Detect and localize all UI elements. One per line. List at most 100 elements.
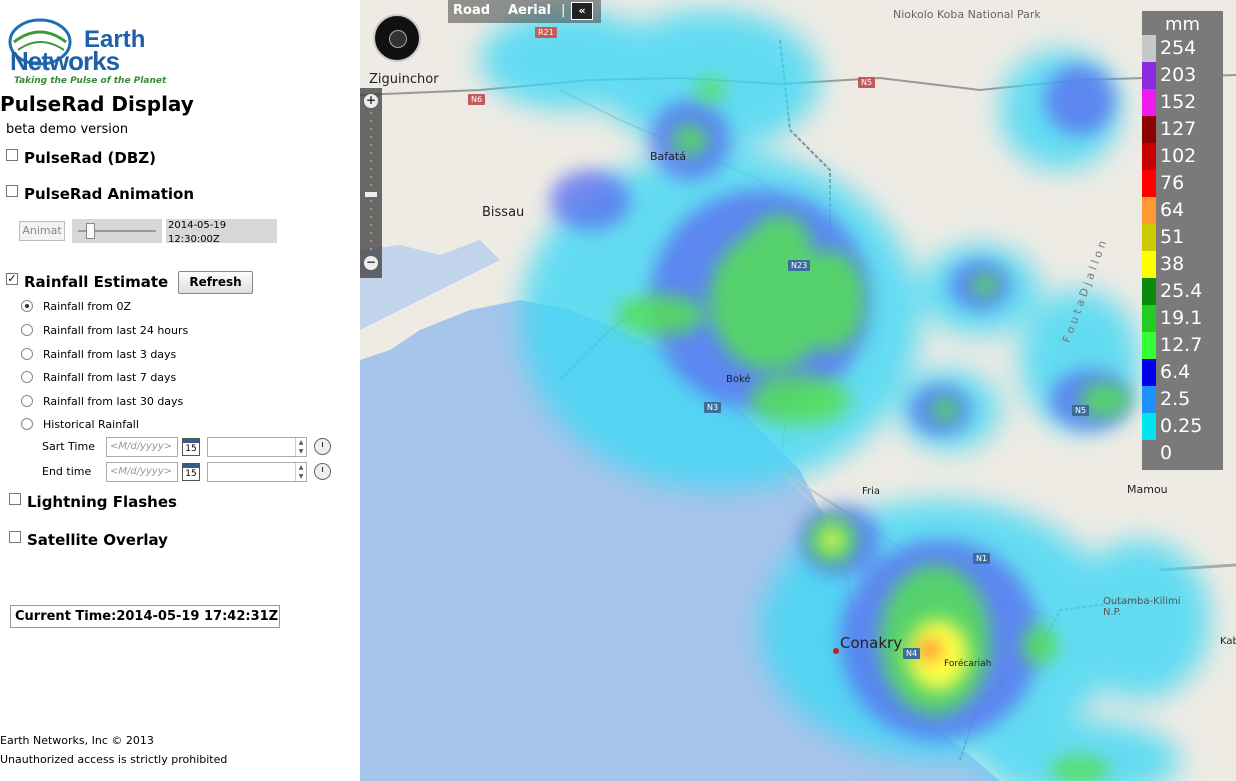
zoom-bar[interactable]: + − — [360, 88, 382, 278]
road-shield-n4: N4 — [903, 648, 921, 659]
end-calendar-icon[interactable]: 15 — [182, 463, 200, 481]
road-shield-r21: R21 — [535, 27, 557, 38]
start-time-input[interactable]: ▲ ▼ — [207, 437, 307, 457]
legend-row: 0 — [1142, 440, 1223, 467]
end-time-label: End time — [42, 465, 92, 478]
legend-value: 152 — [1160, 91, 1197, 113]
legend-row: 64 — [1142, 197, 1223, 224]
start-time-label: Sart Time — [42, 440, 95, 453]
start-date-input[interactable]: <M/d/yyyy> — [106, 437, 178, 457]
map-type-road[interactable]: Road — [453, 3, 490, 18]
start-time-spinner[interactable]: ▲ ▼ — [295, 438, 306, 456]
animation-slider[interactable] — [72, 219, 162, 243]
rainfall-estimate-checkbox[interactable]: ✓ — [6, 273, 18, 285]
legend-swatch — [1142, 224, 1156, 251]
place-conakry: Conakry — [840, 634, 903, 652]
footer-copyright: Earth Networks, Inc © 2013 — [0, 734, 154, 747]
legend-row: 12.7 — [1142, 332, 1223, 359]
animate-button[interactable]: Animat — [19, 221, 65, 241]
radio-label-rainfall-0z: Rainfall from 0Z — [43, 300, 132, 313]
pulserad-animation-checkbox[interactable] — [6, 185, 18, 197]
start-clock-icon[interactable] — [314, 438, 331, 455]
rainfall-legend: mm 254 203 152 127 102 76 64 51 38 25.4 19.1 12.7 6.… — [1142, 11, 1223, 470]
legend-row: 0.25 — [1142, 413, 1223, 440]
zoom-thumb[interactable] — [365, 192, 377, 197]
legend-swatch — [1142, 359, 1156, 386]
legend-row: 19.1 — [1142, 305, 1223, 332]
pulserad-dbz-label: PulseRad (DBZ) — [24, 149, 157, 167]
collapse-icon[interactable]: « — [571, 2, 593, 20]
end-clock-icon[interactable] — [314, 463, 331, 480]
place-bafata: Bafatá — [650, 150, 686, 163]
zoom-in-icon[interactable]: + — [364, 94, 378, 108]
legend-swatch — [1142, 440, 1156, 467]
legend-value: 6.4 — [1160, 361, 1191, 383]
legend-row: 76 — [1142, 170, 1223, 197]
map-type-aerial[interactable]: Aerial — [508, 3, 551, 18]
legend-row: 102 — [1142, 143, 1223, 170]
legend-row: 127 — [1142, 116, 1223, 143]
place-boke: Boké — [726, 374, 751, 385]
legend-unit: mm — [1164, 14, 1201, 35]
road-shield-n6: N6 — [468, 94, 486, 105]
end-time-input[interactable]: ▲ ▼ — [207, 462, 307, 482]
page-title: PulseRad Display — [0, 92, 194, 116]
legend-row: 38 — [1142, 251, 1223, 278]
legend-swatch — [1142, 251, 1156, 278]
legend-value: 2.5 — [1160, 388, 1191, 410]
road-shield-n5-east: N5 — [1072, 405, 1090, 416]
radio-historical-rainfall[interactable] — [21, 418, 33, 430]
legend-value: 254 — [1160, 37, 1197, 59]
satellite-checkbox[interactable] — [9, 531, 21, 543]
animation-timestamp: 2014-05-19 12:30:00Z — [166, 219, 277, 245]
legend-value: 102 — [1160, 145, 1197, 167]
radio-label-rainfall-30d: Rainfall from last 30 days — [43, 395, 184, 408]
legend-row: 152 — [1142, 89, 1223, 116]
legend-value: 38 — [1160, 253, 1185, 275]
legend-row: 51 — [1142, 224, 1223, 251]
legend-swatch — [1142, 413, 1156, 440]
road-shield-n1: N1 — [973, 553, 991, 564]
legend-swatch — [1142, 278, 1156, 305]
place-mamou: Mamou — [1127, 483, 1168, 496]
map-view[interactable]: Niokolo Koba National Park Ziguinchor Ba… — [360, 0, 1236, 781]
zoom-out-icon[interactable]: − — [364, 256, 378, 270]
radio-rainfall-30d[interactable] — [21, 395, 33, 407]
place-forecariah: Forécariah — [944, 659, 992, 669]
refresh-button[interactable]: Refresh — [178, 271, 253, 294]
animation-slider-thumb[interactable] — [86, 223, 95, 239]
park-label-outamba: Outamba-Kilimi N.P. — [1103, 596, 1181, 618]
map-type-divider: | — [561, 3, 566, 18]
current-time-display: Current Time:2014-05-19 17:42:31Z — [10, 605, 280, 628]
logo-tagline: Taking the Pulse of the Planet — [14, 76, 167, 86]
legend-value: 127 — [1160, 118, 1197, 140]
end-date-input[interactable]: <M/d/yyyy> — [106, 462, 178, 482]
end-time-spinner[interactable]: ▲ ▼ — [295, 463, 306, 481]
park-label-niokolo: Niokolo Koba National Park — [893, 8, 1041, 21]
road-shield-n5-north: N5 — [858, 77, 876, 88]
map-base-layer — [360, 10, 1236, 781]
legend-value: 51 — [1160, 226, 1185, 248]
lightning-label: Lightning Flashes — [27, 493, 177, 511]
lightning-checkbox[interactable] — [9, 493, 21, 505]
radio-label-rainfall-3d: Rainfall from last 3 days — [43, 348, 177, 361]
radio-rainfall-3d[interactable] — [21, 348, 33, 360]
start-calendar-icon[interactable]: 15 — [182, 438, 200, 456]
legend-row: 6.4 — [1142, 359, 1223, 386]
radio-rainfall-7d[interactable] — [21, 371, 33, 383]
place-fria: Fria — [862, 486, 881, 497]
legend-swatch — [1142, 386, 1156, 413]
legend-value: 64 — [1160, 199, 1185, 221]
pan-compass-icon[interactable] — [373, 14, 421, 62]
place-ziguinchor: Ziguinchor — [369, 72, 439, 87]
radio-label-rainfall-24h: Rainfall from last 24 hours — [43, 324, 189, 337]
legend-value: 0.25 — [1160, 415, 1203, 437]
legend-row: 254 — [1142, 35, 1223, 62]
page-subtitle: beta demo version — [6, 122, 129, 137]
pulserad-dbz-checkbox[interactable] — [6, 149, 18, 161]
radio-rainfall-0z[interactable] — [21, 300, 33, 312]
logo-word-networks: Networks — [10, 46, 120, 76]
legend-swatch — [1142, 116, 1156, 143]
radio-rainfall-24h[interactable] — [21, 324, 33, 336]
legend-swatch — [1142, 143, 1156, 170]
